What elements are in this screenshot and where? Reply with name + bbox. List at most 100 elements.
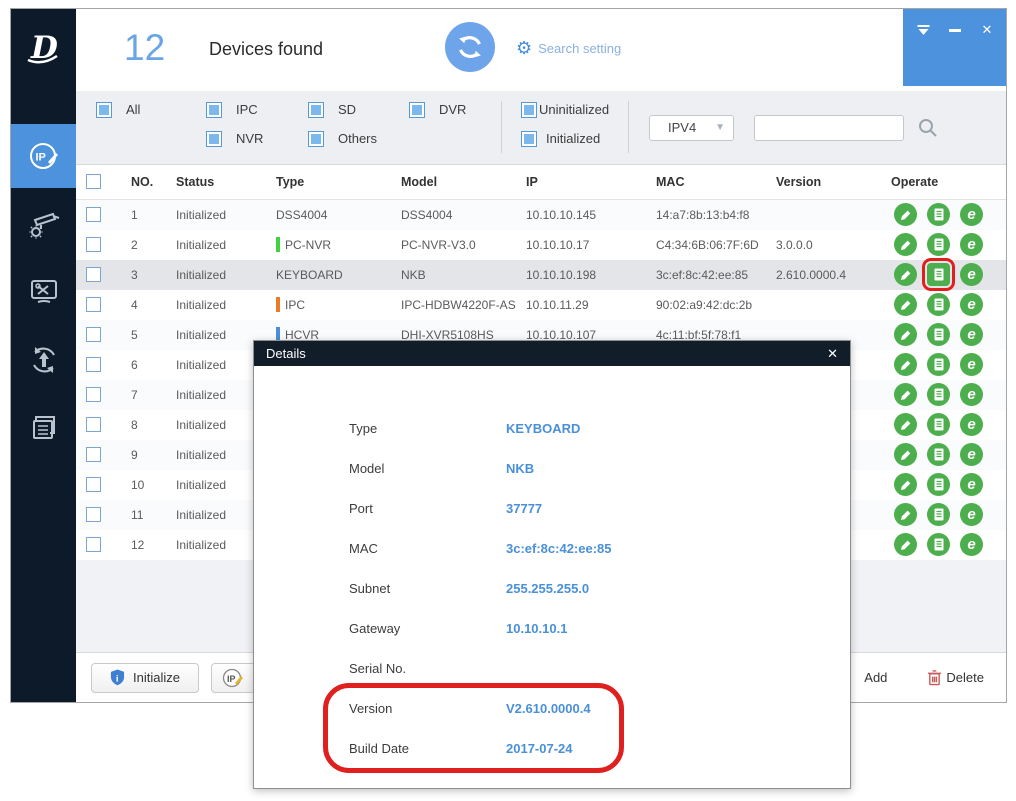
detail-row: MAC3c:ef:8c:42:ee:85	[254, 528, 850, 568]
web-icon[interactable]: e	[960, 413, 983, 436]
web-icon[interactable]: e	[960, 443, 983, 466]
web-icon[interactable]: e	[960, 533, 983, 556]
sidebar-item-device-config[interactable]	[11, 192, 76, 256]
checkbox-all[interactable]	[96, 102, 112, 118]
add-button[interactable]: Add	[864, 670, 887, 685]
details-icon[interactable]	[927, 473, 950, 496]
web-icon[interactable]: e	[960, 293, 983, 316]
checkbox-initialized[interactable]	[521, 131, 537, 147]
web-icon[interactable]: e	[960, 203, 983, 226]
detail-value: 37777	[506, 501, 542, 516]
divider	[628, 101, 629, 153]
edit-icon[interactable]	[894, 203, 917, 226]
edit-icon[interactable]	[894, 383, 917, 406]
filter-initialized[interactable]: Initialized	[521, 131, 600, 147]
edit-icon[interactable]	[894, 353, 917, 376]
modal-close-icon[interactable]: ✕	[827, 346, 838, 362]
checkbox-ipc[interactable]	[206, 102, 222, 118]
edit-icon[interactable]	[894, 323, 917, 346]
details-icon[interactable]	[927, 443, 950, 466]
select-all-checkbox[interactable]	[86, 174, 101, 189]
row-checkbox[interactable]	[86, 477, 101, 492]
edit-icon[interactable]	[894, 233, 917, 256]
row-checkbox[interactable]	[86, 357, 101, 372]
cell-no: 8	[131, 418, 138, 432]
web-icon[interactable]: e	[960, 503, 983, 526]
row-checkbox[interactable]	[86, 507, 101, 522]
edit-icon[interactable]	[894, 263, 917, 286]
filter-all[interactable]: All	[96, 102, 140, 118]
col-version: Version	[766, 175, 881, 189]
checkbox-others[interactable]	[308, 131, 324, 147]
row-checkbox[interactable]	[86, 327, 101, 342]
search-setting-button[interactable]: ⚙ Search setting	[516, 39, 621, 57]
refresh-button[interactable]	[445, 22, 495, 72]
sidebar-item-modify-ip[interactable]: IP	[11, 124, 76, 188]
checkbox-nvr[interactable]	[206, 131, 222, 147]
row-checkbox[interactable]	[86, 267, 101, 282]
sidebar-item-device-report[interactable]	[11, 396, 76, 460]
row-checkbox[interactable]	[86, 207, 101, 222]
web-icon[interactable]: e	[960, 233, 983, 256]
sidebar-item-upgrade[interactable]	[11, 328, 76, 392]
row-checkbox[interactable]	[86, 297, 101, 312]
details-icon[interactable]	[927, 353, 950, 376]
ip-version-select[interactable]: IPV4 ▼	[649, 115, 734, 141]
details-icon[interactable]	[927, 323, 950, 346]
search-input[interactable]	[754, 115, 904, 141]
row-checkbox[interactable]	[86, 447, 101, 462]
checkbox-dvr[interactable]	[409, 102, 425, 118]
cell-type: IPC	[285, 298, 305, 312]
details-icon[interactable]	[927, 533, 950, 556]
row-checkbox[interactable]	[86, 237, 101, 252]
table-row[interactable]: 1InitializedDSS4004DSS400410.10.10.14514…	[76, 200, 1006, 230]
filter-others[interactable]: Others	[308, 131, 377, 147]
edit-icon[interactable]	[894, 413, 917, 436]
search-icon[interactable]	[917, 117, 939, 139]
web-icon[interactable]: e	[960, 323, 983, 346]
close-icon[interactable]: ✕	[979, 23, 995, 37]
table-row[interactable]: 4InitializedIPCIPC-HDBW4220F-AS10.10.11.…	[76, 290, 1006, 320]
cell-no: 10	[131, 478, 144, 492]
filter-ipc[interactable]: IPC	[206, 102, 258, 118]
filter-sd[interactable]: SD	[308, 102, 356, 118]
minimize-icon[interactable]	[947, 23, 963, 37]
checkbox-sd[interactable]	[308, 102, 324, 118]
details-icon[interactable]	[927, 293, 950, 316]
web-icon[interactable]: e	[960, 353, 983, 376]
edit-icon[interactable]	[894, 503, 917, 526]
edit-icon[interactable]	[894, 443, 917, 466]
details-icon[interactable]	[927, 503, 950, 526]
web-icon[interactable]: e	[960, 383, 983, 406]
details-icon[interactable]	[927, 203, 950, 226]
initialize-button[interactable]: i Initialize	[91, 663, 199, 693]
col-mac: MAC	[646, 175, 766, 189]
web-icon[interactable]: e	[960, 473, 983, 496]
edit-icon[interactable]	[894, 293, 917, 316]
delete-button[interactable]: Delete	[927, 669, 984, 686]
cell-no: 11	[131, 508, 143, 522]
details-icon[interactable]	[927, 413, 950, 436]
checkbox-uninitialized[interactable]	[521, 102, 537, 118]
skin-icon[interactable]	[915, 23, 931, 37]
camera-config-icon	[27, 207, 61, 241]
table-row[interactable]: 3InitializedKEYBOARDNKB10.10.10.1983c:ef…	[76, 260, 1006, 290]
row-checkbox[interactable]	[86, 537, 101, 552]
filter-dvr[interactable]: DVR	[409, 102, 466, 118]
web-icon[interactable]: e	[960, 263, 983, 286]
details-icon[interactable]	[927, 263, 950, 286]
sidebar-item-system-maintenance[interactable]	[11, 260, 76, 324]
row-checkbox[interactable]	[86, 417, 101, 432]
detail-row: VersionV2.610.0000.4	[254, 688, 850, 728]
initialize-label: Initialize	[133, 670, 180, 685]
details-icon[interactable]	[927, 233, 950, 256]
details-icon[interactable]	[927, 383, 950, 406]
edit-icon[interactable]	[894, 533, 917, 556]
table-row[interactable]: 2InitializedPC-NVRPC-NVR-V3.010.10.10.17…	[76, 230, 1006, 260]
filter-nvr[interactable]: NVR	[206, 131, 263, 147]
edit-icon[interactable]	[894, 473, 917, 496]
filter-uninitialized[interactable]: Uninitialized	[521, 102, 609, 118]
row-checkbox[interactable]	[86, 387, 101, 402]
filter-bar: All IPC SD DVR NVR Others Uninitialized …	[76, 91, 1006, 164]
cell-status: Initialized	[176, 388, 226, 402]
